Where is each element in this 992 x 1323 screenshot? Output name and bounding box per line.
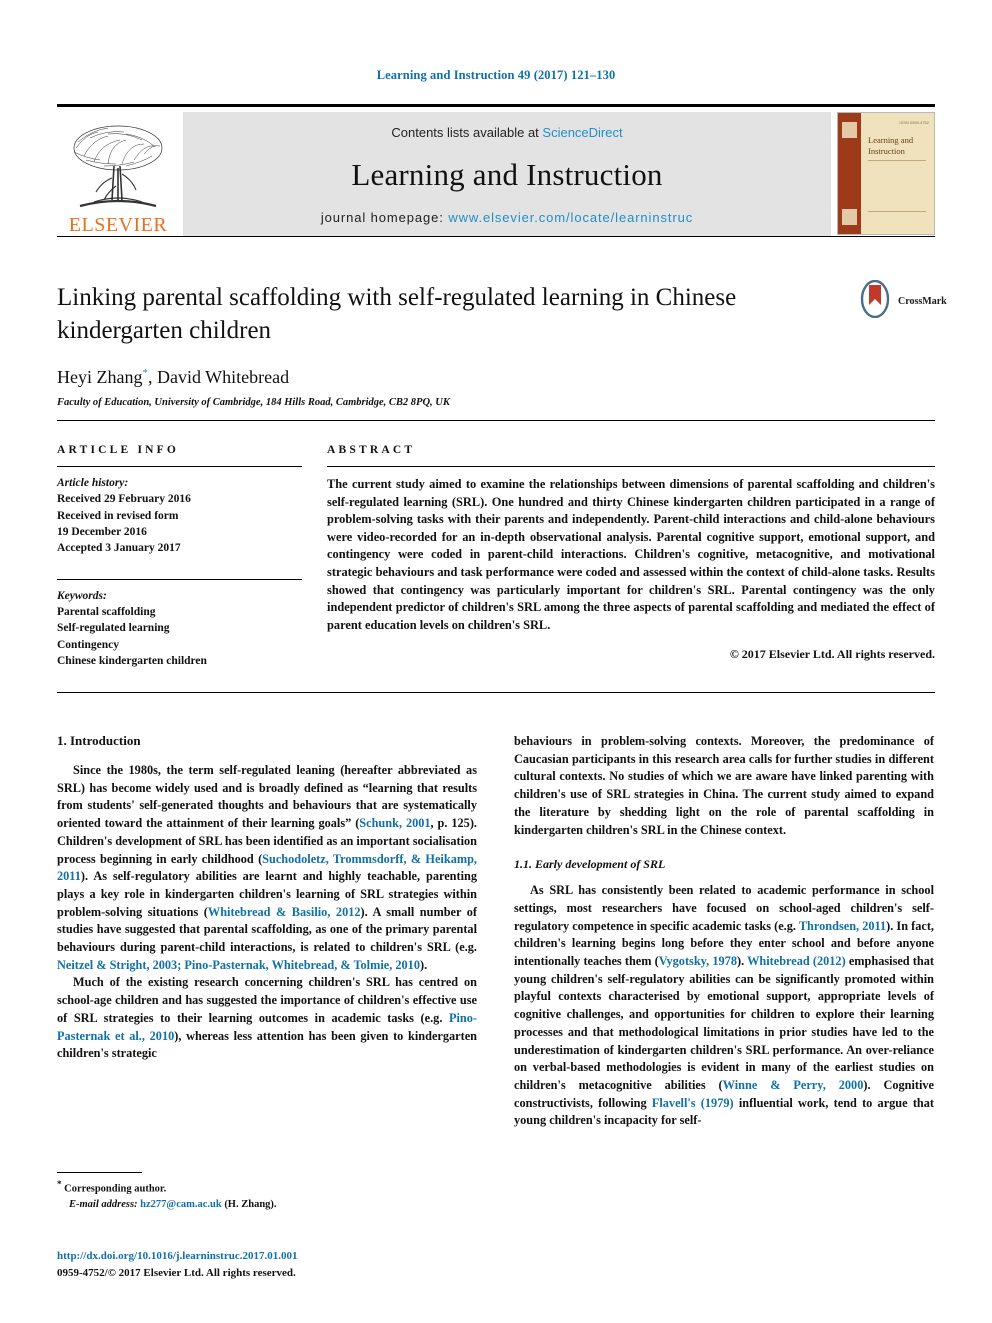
article-history: Article history: Received 29 February 20… (57, 475, 302, 557)
citation-schunk-2001[interactable]: Schunk, 2001 (359, 816, 430, 830)
homepage-prefix: journal homepage: (320, 210, 449, 225)
abstract-heading: ABSTRACT (327, 444, 416, 456)
crossmark-badge[interactable]: CrossMark (856, 279, 948, 323)
info-abstract-section: ARTICLE INFO Article history: Received 2… (57, 444, 935, 669)
abstract-rule-top (327, 466, 935, 467)
author-list: Heyi Zhang*, David Whitebread (57, 367, 847, 388)
cover-divider-bottom (868, 211, 926, 212)
elsevier-wordmark: ELSEVIER (68, 214, 168, 236)
body-columns: 1. Introduction Since the 1980s, the ter… (57, 733, 935, 1130)
corresponding-author-footnote: * Corresponding author. E-mail address: … (57, 1172, 477, 1213)
paragraph-left-1: Since the 1980s, the term self-regulated… (57, 762, 477, 974)
authors-names: Heyi Zhang*, David Whitebread (57, 367, 290, 387)
cover-title: Learning and Instruction (868, 135, 914, 156)
email-label: E-mail address: (69, 1199, 138, 1211)
corresponding-marker: * (57, 1179, 62, 1189)
page-title: Linking parental scaffolding with self-r… (57, 284, 737, 344)
email-suffix: (H. Zhang). (224, 1199, 277, 1211)
abstract-column: ABSTRACT The current study aimed to exam… (327, 444, 935, 669)
article-info-column: ARTICLE INFO Article history: Received 2… (57, 444, 302, 669)
keywords-block: Keywords: Parental scaffolding Self-regu… (57, 588, 302, 670)
journal-cover-thumbnail[interactable]: ISSN 0959-4752 Learning and Instruction (837, 112, 935, 235)
journal-homepage-line: journal homepage: www.elsevier.com/locat… (321, 210, 693, 225)
history-line-0: Received 29 February 2016 (57, 493, 191, 506)
citation-vygotsky-1978[interactable]: Vygotsky, 1978 (659, 954, 737, 968)
p2-text-a: Much of the existing research concerning… (57, 975, 477, 1025)
affiliation: Faculty of Education, University of Camb… (57, 397, 450, 408)
elsevier-tree-icon (64, 122, 172, 214)
keywords-rule (57, 578, 302, 580)
crossmark-icon (856, 279, 894, 323)
issn-copyright-line: 0959-4752/© 2017 Elsevier Ltd. All right… (57, 1267, 296, 1280)
keyword-0: Parental scaffolding (57, 605, 156, 618)
crossmark-label: CrossMark (898, 295, 947, 307)
cover-spine-mark-top (842, 122, 857, 138)
article-page: Learning and Instruction 49 (2017) 121–1… (0, 0, 992, 1323)
elsevier-logo: ELSEVIER (57, 112, 179, 237)
rp2-text-d: emphasised that young children's self-re… (514, 954, 934, 1092)
cover-divider-top (868, 160, 926, 161)
contents-available-line: Contents lists available at ScienceDirec… (391, 125, 622, 140)
title-block: Linking parental scaffolding with self-r… (57, 282, 847, 408)
keyword-2: Contingency (57, 638, 119, 651)
contents-prefix: Contents lists available at (391, 125, 543, 140)
running-head: Learning and Instruction 49 (2017) 121–1… (376, 68, 616, 82)
body-column-left: 1. Introduction Since the 1980s, the ter… (57, 733, 477, 1130)
copyright-line: © 2017 Elsevier Ltd. All rights reserved… (729, 647, 935, 662)
journal-homepage-link[interactable]: www.elsevier.com/locate/learninstruc (448, 210, 693, 225)
citation-winne-perry-2000[interactable]: Winne & Perry, 2000 (723, 1078, 864, 1092)
citation-throndsen-2011[interactable]: Throndsen, 2011 (799, 919, 886, 933)
email-link[interactable]: hz277@cam.ac.uk (140, 1199, 222, 1210)
keyword-1: Self-regulated learning (57, 622, 170, 635)
body-column-right: behaviours in problem-solving contexts. … (514, 733, 934, 1130)
journal-masthead: ELSEVIER Contents lists available at Sci… (57, 104, 935, 237)
title-bottom-rule (57, 420, 935, 421)
article-info-heading: ARTICLE INFO (57, 444, 180, 456)
corresponding-label: Corresponding author. (64, 1183, 167, 1195)
cover-corner-text: ISSN 0959-4752 (899, 120, 929, 125)
journal-band: Contents lists available at ScienceDirec… (183, 112, 831, 237)
section-heading-early-development: 1.1. Early development of SRL (514, 857, 666, 872)
paragraph-right-2: As SRL has consistently been related to … (514, 882, 934, 1130)
cover-spine-mark-bottom (842, 209, 857, 225)
history-line-1: Received in revised form (57, 509, 179, 522)
sciencedirect-link[interactable]: ScienceDirect (542, 125, 622, 140)
article-info-rule (57, 466, 302, 467)
email-line: E-mail address: hz277@cam.ac.uk (H. Zhan… (57, 1197, 477, 1213)
doi-block: http://dx.doi.org/10.1016/j.learninstruc… (57, 1248, 487, 1282)
corresponding-author-marker: * (142, 367, 148, 379)
keyword-3: Chinese kindergarten children (57, 654, 207, 667)
corresponding-author-line: * Corresponding author. (57, 1178, 477, 1197)
journal-title: Learning and Instruction (351, 157, 663, 192)
section-heading-introduction: 1. Introduction (57, 733, 141, 748)
citation-neitzel-pino-pasternak[interactable]: Neitzel & Stright, 2003; Pino-Pasternak,… (57, 958, 420, 972)
keywords-label: Keywords: (57, 589, 107, 602)
citation-flavell-1979[interactable]: Flavell's (1979) (652, 1096, 734, 1110)
abstract-text: The current study aimed to examine the r… (327, 477, 935, 632)
history-line-2: 19 December 2016 (57, 525, 147, 538)
paragraph-right-1: behaviours in problem-solving contexts. … (514, 734, 934, 837)
history-line-3: Accepted 3 January 2017 (57, 542, 181, 555)
doi-link[interactable]: http://dx.doi.org/10.1016/j.learninstruc… (57, 1248, 487, 1265)
citation-whitebread-2012[interactable]: Whitebread (2012) (747, 954, 846, 968)
article-history-label: Article history: (57, 477, 129, 489)
rp2-text-c: ). (736, 954, 748, 969)
masthead-bottom-rule (57, 236, 935, 237)
paragraph-left-2: Much of the existing research concerning… (57, 974, 477, 1063)
abstract-bottom-rule (57, 692, 935, 693)
p1-text-e: ). (419, 957, 428, 972)
citation-whitebread-basilio-2012[interactable]: Whitebread & Basilio, 2012 (208, 905, 361, 919)
footnote-rule (57, 1172, 142, 1173)
